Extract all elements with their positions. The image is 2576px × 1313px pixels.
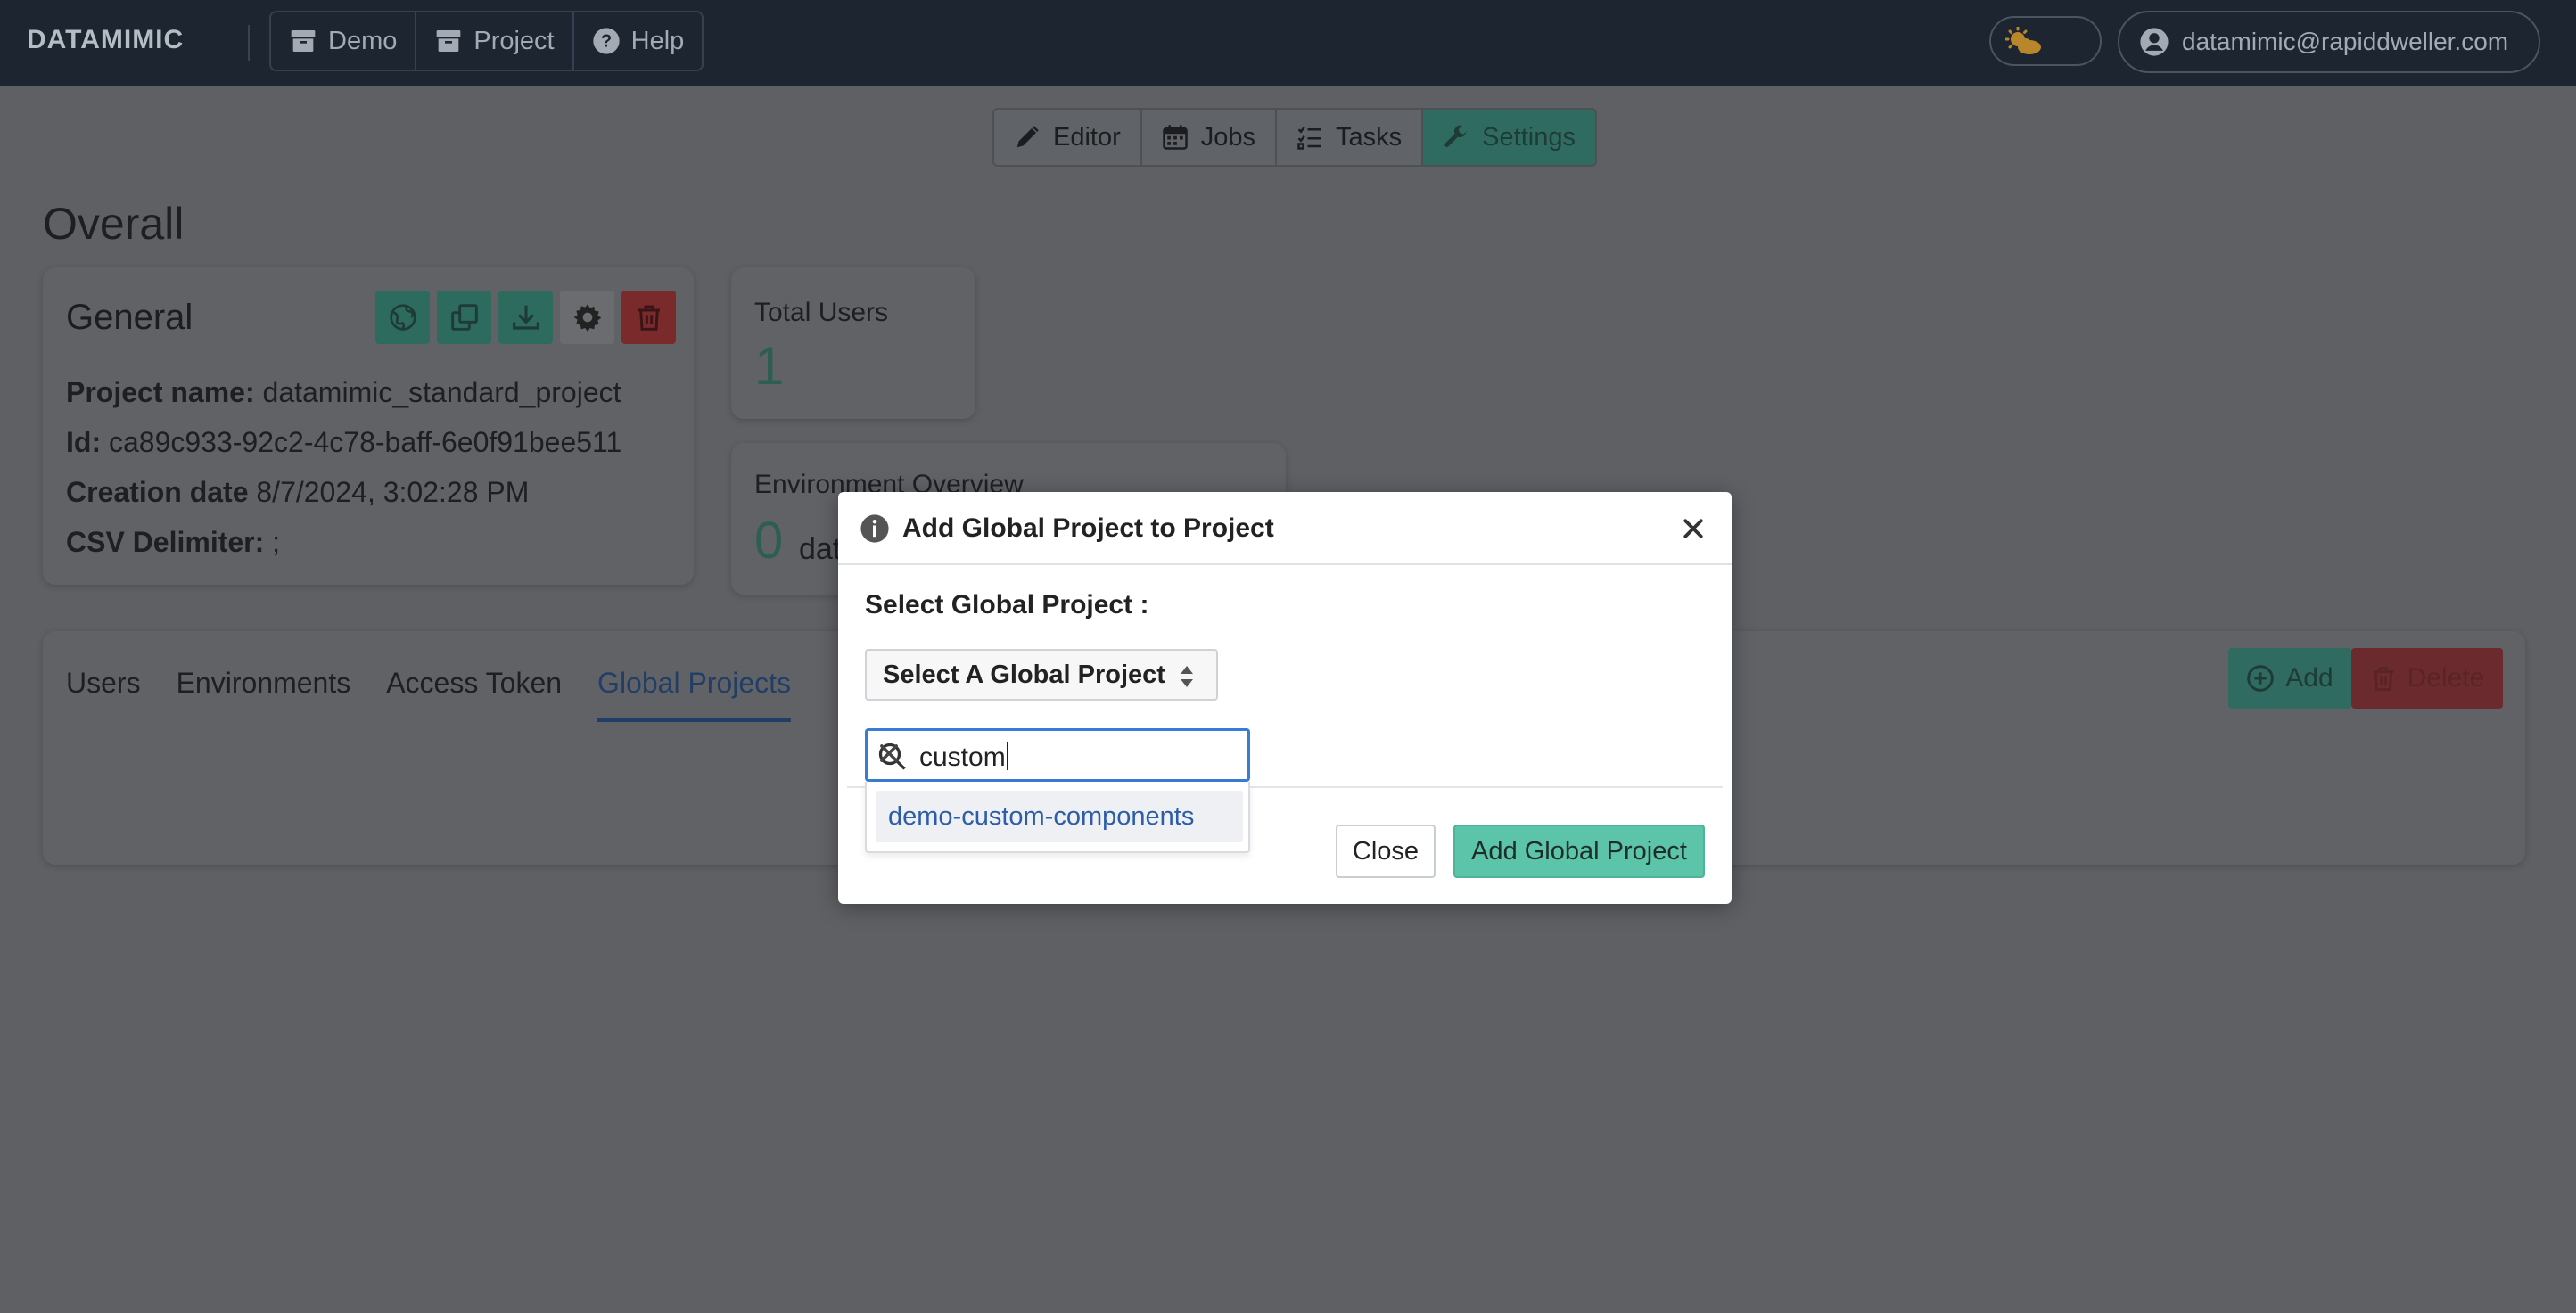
- brand-logo[interactable]: DATAMIMIC: [27, 25, 184, 55]
- top-navbar: DATAMIMIC Demo Project ? Help datamimic@…: [0, 0, 2576, 86]
- general-card: General Project name: datamimic_standard…: [43, 267, 694, 585]
- tab-tasks-label: Tasks: [1336, 122, 1403, 152]
- pencil-icon: [1016, 126, 1039, 148]
- question-circle-icon: ?: [592, 28, 620, 54]
- copy-icon: [450, 304, 478, 331]
- nav-project-label: Project: [473, 26, 555, 55]
- tab-settings[interactable]: Settings: [1423, 110, 1595, 165]
- trash-icon: [2373, 667, 2393, 691]
- nav-help[interactable]: ? Help: [574, 12, 703, 70]
- page-tabs: Editor Jobs Tasks Settings: [992, 108, 1597, 167]
- project-name-label: Project name:: [66, 376, 255, 408]
- tab-jobs[interactable]: Jobs: [1141, 110, 1278, 165]
- copy-project-button[interactable]: [437, 291, 491, 344]
- trash-icon: [638, 305, 660, 331]
- search-results-dropdown: demo-custom-components: [865, 782, 1250, 853]
- global-project-select[interactable]: Select A Global Project: [865, 649, 1218, 701]
- search-input-value: custom: [919, 742, 1008, 773]
- tasks-icon: [1297, 127, 1321, 150]
- nav-project[interactable]: Project: [416, 12, 574, 70]
- calendar-icon: [1163, 125, 1188, 150]
- delete-button[interactable]: Delete: [2351, 648, 2503, 709]
- tab-editor-label: Editor: [1053, 122, 1121, 152]
- environment-overview-suffix: dat: [799, 532, 842, 566]
- tab-users[interactable]: Users: [66, 667, 141, 722]
- tab-access-token[interactable]: Access Token: [386, 667, 562, 722]
- gear-icon: [573, 304, 601, 332]
- globe-icon: [389, 304, 416, 332]
- nav-demo[interactable]: Demo: [271, 12, 417, 70]
- share-global-button[interactable]: [375, 291, 430, 344]
- project-id-value: ca89c933-92c2-4c78-baff-6e0f91bee511: [108, 426, 622, 458]
- project-id-label: Id:: [66, 426, 102, 458]
- plus-circle-icon: [2247, 665, 2275, 692]
- total-users-value: 1: [754, 336, 785, 396]
- page-title: Overall: [43, 199, 185, 249]
- navbar-links: Demo Project ? Help: [269, 11, 704, 71]
- modal-title: Add Global Project to Project: [902, 513, 1274, 543]
- navbar-divider: [248, 25, 250, 61]
- select-placeholder: Select A Global Project: [883, 660, 1165, 689]
- tab-settings-label: Settings: [1482, 122, 1576, 152]
- general-title: General: [66, 298, 193, 337]
- total-users-card: Total Users 1: [731, 267, 975, 419]
- tab-global-projects[interactable]: Global Projects: [597, 667, 792, 722]
- close-button[interactable]: Close: [1336, 825, 1436, 878]
- wrench-icon: [1444, 125, 1468, 147]
- global-project-search-input[interactable]: custom: [865, 728, 1250, 782]
- nav-demo-label: Demo: [328, 26, 398, 55]
- archive-icon: [437, 30, 461, 52]
- sun-cloud-icon: [2005, 27, 2041, 54]
- tab-environments[interactable]: Environments: [177, 667, 351, 722]
- tab-editor[interactable]: Editor: [994, 110, 1142, 165]
- archive-icon: [291, 30, 316, 52]
- info-icon: [860, 514, 889, 543]
- delete-button-label: Delete: [2407, 663, 2485, 693]
- csv-delimiter-row: CSV Delimiter: ;: [66, 526, 280, 559]
- add-global-project-button[interactable]: Add Global Project: [1453, 825, 1705, 878]
- theme-toggle[interactable]: [1989, 16, 2102, 66]
- project-name-value: datamimic_standard_project: [262, 376, 621, 408]
- user-email: datamimic@rapiddweller.com: [2182, 28, 2509, 55]
- project-settings-button[interactable]: [560, 291, 614, 344]
- modal-header: Add Global Project to Project: [838, 492, 1732, 565]
- svg-text:?: ?: [601, 32, 612, 52]
- download-project-button[interactable]: [498, 291, 553, 344]
- nav-help-label: Help: [630, 26, 685, 55]
- user-menu[interactable]: datamimic@rapiddweller.com: [2118, 11, 2540, 73]
- creation-date-label: Creation date: [66, 476, 249, 508]
- csv-delimiter-label: CSV Delimiter:: [66, 526, 265, 558]
- user-circle-icon: [2140, 28, 2169, 56]
- total-users-label: Total Users: [754, 298, 889, 327]
- add-global-project-modal: Add Global Project to Project Select Glo…: [838, 492, 1732, 904]
- clear-search-icon[interactable]: [876, 741, 901, 766]
- settings-tab-list: Users Environments Access Token Global P…: [66, 667, 792, 722]
- sort-icon: [1181, 666, 1193, 687]
- general-actions: [375, 291, 676, 344]
- select-global-project-label: Select Global Project :: [865, 590, 1149, 620]
- search-result-option[interactable]: demo-custom-components: [876, 791, 1243, 842]
- creation-date-row: Creation date 8/7/2024, 3:02:28 PM: [66, 476, 529, 509]
- creation-date-value: 8/7/2024, 3:02:28 PM: [256, 476, 530, 508]
- add-button-label: Add: [2285, 663, 2333, 693]
- download-icon: [512, 305, 539, 330]
- environment-overview-value: 0: [754, 512, 784, 570]
- project-id-row: Id: ca89c933-92c2-4c78-baff-6e0f91bee511: [66, 426, 621, 459]
- add-button[interactable]: Add: [2228, 648, 2351, 709]
- project-name-row: Project name: datamimic_standard_project: [66, 376, 621, 409]
- delete-project-button[interactable]: [621, 291, 676, 344]
- tab-jobs-label: Jobs: [1200, 122, 1256, 152]
- csv-delimiter-value: ;: [272, 526, 281, 558]
- close-icon[interactable]: [1680, 515, 1707, 542]
- tab-tasks[interactable]: Tasks: [1277, 110, 1424, 165]
